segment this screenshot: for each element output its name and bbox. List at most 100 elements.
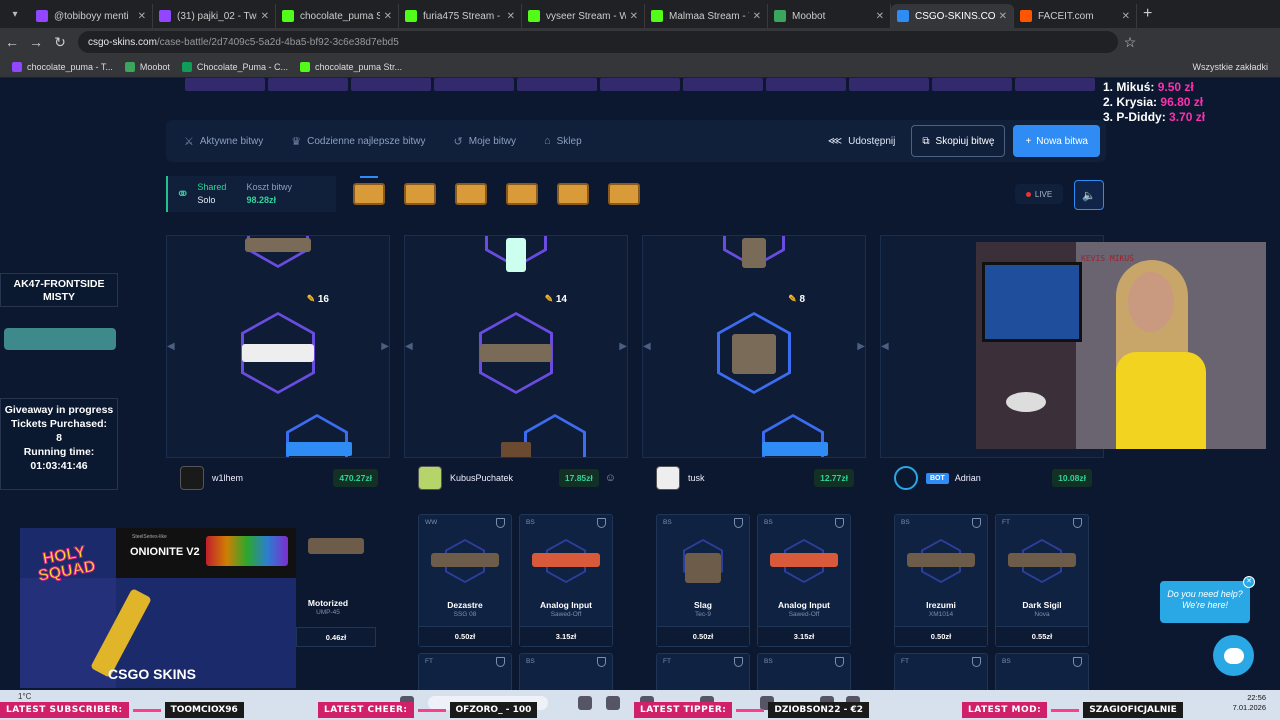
item-card[interactable]: BS Analog Input Sawed-Off 3.15zł bbox=[757, 514, 851, 647]
avatar[interactable] bbox=[418, 466, 442, 490]
item-weapon: Tec-9 bbox=[695, 611, 711, 618]
address-bar: ← → ↻ csgo-skins.com/case-battle/2d7409c… bbox=[0, 28, 1280, 56]
bookmark-item[interactable]: chocolate_puma - T... bbox=[12, 61, 113, 72]
all-bookmarks[interactable]: Wszystkie zakładki bbox=[1192, 62, 1268, 72]
browser-tab[interactable]: (31) pajki_02 - Twitch✕ bbox=[153, 4, 276, 28]
browser-tab[interactable]: @tobiboyy menti ✕ bbox=[30, 4, 153, 28]
close-tab-icon[interactable]: ✕ bbox=[261, 11, 269, 22]
player-balance: 10.08zł bbox=[1052, 469, 1092, 487]
reload-icon[interactable]: ↻ bbox=[48, 34, 72, 51]
case-item[interactable] bbox=[403, 176, 437, 212]
item-card[interactable]: WW Dezastre SSG 08 0.50zł bbox=[418, 514, 512, 647]
item-card[interactable]: BS bbox=[995, 653, 1089, 690]
tab-search-button[interactable]: ▾ bbox=[4, 3, 26, 25]
star-icon[interactable]: ☆ bbox=[1118, 34, 1142, 51]
bookmark-favicon-icon bbox=[181, 61, 192, 72]
taskbar-app-icon[interactable] bbox=[578, 696, 592, 710]
item-card[interactable]: BS bbox=[757, 653, 851, 690]
chat-help-bubble[interactable]: Do you need help? We're here! ✕ bbox=[1160, 576, 1255, 623]
case-item[interactable] bbox=[505, 176, 539, 212]
share-button[interactable]: ⋘ Udostępnij bbox=[828, 136, 896, 147]
back-icon[interactable]: ← bbox=[0, 34, 24, 50]
nav-my-battles[interactable]: ↺ Moje bitwy bbox=[454, 135, 516, 148]
close-tab-icon[interactable]: ✕ bbox=[876, 11, 884, 22]
player-balance: 17.85zł bbox=[558, 469, 599, 487]
item-weapon: UMP-45 bbox=[316, 609, 340, 616]
bookmark-item[interactable]: Chocolate_Puma - C... bbox=[181, 61, 288, 72]
browser-tab[interactable]: Malmaa Stream - Wa✕ bbox=[645, 4, 768, 28]
item-weapon: Sawed-Off bbox=[788, 611, 820, 618]
item-weapon: SSG 08 bbox=[453, 611, 477, 618]
close-tab-icon[interactable]: ✕ bbox=[138, 11, 146, 22]
player-name[interactable]: Adrian bbox=[955, 473, 981, 483]
nav-shop[interactable]: ⌂ Sklep bbox=[544, 135, 582, 147]
tab-favicon-icon bbox=[1020, 10, 1032, 22]
shield-icon bbox=[972, 518, 981, 528]
close-tab-icon[interactable]: ✕ bbox=[999, 11, 1007, 22]
close-icon[interactable]: ✕ bbox=[1243, 576, 1255, 588]
bookmark-item[interactable]: Moobot bbox=[124, 61, 170, 72]
close-tab-icon[interactable]: ✕ bbox=[507, 11, 515, 22]
browser-tab[interactable]: Moobot ✕ bbox=[768, 4, 891, 28]
url-domain: csgo-skins.com bbox=[88, 36, 157, 48]
item-card[interactable]: BS Analog Input Sawed-Off 3.15zł bbox=[519, 514, 613, 647]
close-tab-icon[interactable]: ✕ bbox=[1122, 11, 1130, 22]
player-name[interactable]: KubusPuchatek bbox=[450, 473, 513, 483]
emoji-icon[interactable]: ☺ bbox=[605, 472, 616, 484]
shield-icon bbox=[1073, 657, 1082, 667]
browser-tab[interactable]: FACEIT.com ✕ bbox=[1014, 4, 1137, 28]
webcam-overlay: KEVIS MIKUŚ bbox=[976, 242, 1266, 449]
browser-tab[interactable]: furia475 Stream - Wa✕ bbox=[399, 4, 522, 28]
item-weapon: XM1014 bbox=[928, 611, 954, 618]
avatar[interactable] bbox=[180, 466, 204, 490]
tab-bar: ▾ @tobiboyy menti✕(31) pajki_02 - Twitch… bbox=[0, 0, 1280, 28]
browser-tab[interactable]: vyseer Stream - Watc✕ bbox=[522, 4, 645, 28]
shield-icon bbox=[835, 657, 844, 667]
tab-favicon-icon bbox=[651, 10, 663, 22]
pencil-icon: ✎ bbox=[306, 294, 316, 305]
bot-avatar bbox=[894, 466, 918, 490]
item-card[interactable]: BS Slag Tec-9 0.50zł bbox=[656, 514, 750, 647]
avatar[interactable] bbox=[656, 466, 680, 490]
sound-toggle-button[interactable]: 🔈 bbox=[1074, 180, 1104, 210]
chat-button[interactable] bbox=[1213, 635, 1254, 676]
forward-icon[interactable]: → bbox=[24, 34, 48, 50]
case-item[interactable] bbox=[454, 176, 488, 212]
nav-daily-best[interactable]: ♛ Codzienne najlepsze bitwy bbox=[291, 135, 425, 148]
taskbar-app-icon[interactable] bbox=[606, 696, 620, 710]
item-card[interactable]: FT bbox=[894, 653, 988, 690]
shield-icon bbox=[496, 518, 505, 528]
trophy-icon: ♛ bbox=[291, 135, 302, 148]
clock[interactable]: 22:56 7.01.2026 bbox=[1233, 693, 1266, 713]
item-name: Slag bbox=[694, 600, 712, 610]
player-name[interactable]: tusk bbox=[688, 473, 705, 483]
battle-info: ⚭ Shared Solo Koszt bitwy 98.28zł bbox=[166, 176, 336, 212]
browser-tab[interactable]: chocolate_puma Stre✕ bbox=[276, 4, 399, 28]
ticker-tipper: LATEST TIPPER: DZIOBSON22 - €2 bbox=[634, 702, 869, 718]
weather: 1°C bbox=[18, 692, 32, 701]
nav-active-battles[interactable]: ⚔ Aktywne bitwy bbox=[184, 135, 263, 148]
close-tab-icon[interactable]: ✕ bbox=[753, 11, 761, 22]
case-item[interactable] bbox=[352, 176, 386, 212]
case-item[interactable] bbox=[556, 176, 590, 212]
bookmarks-bar: chocolate_puma - T... Moobot Chocolate_Pum… bbox=[0, 56, 1280, 78]
new-tab-button[interactable]: + bbox=[1143, 5, 1152, 23]
case-item[interactable] bbox=[607, 176, 641, 212]
item-card[interactable]: FT bbox=[656, 653, 750, 690]
item-card[interactable]: FT Dark Sigil Nova 0.55zł bbox=[995, 514, 1089, 647]
item-card[interactable]: BS bbox=[519, 653, 613, 690]
player-row: KubusPuchatek 17.85zł ☺ bbox=[404, 458, 628, 498]
close-tab-icon[interactable]: ✕ bbox=[384, 11, 392, 22]
close-tab-icon[interactable]: ✕ bbox=[630, 11, 638, 22]
bookmark-item[interactable]: chocolate_puma Str... bbox=[299, 61, 402, 72]
url-input[interactable]: csgo-skins.com/case-battle/2d7409c5-5a2d… bbox=[78, 31, 1118, 53]
item-card[interactable]: BS Irezumi XM1014 0.50zł bbox=[894, 514, 988, 647]
player-name[interactable]: w1lhem bbox=[212, 473, 243, 483]
shield-icon bbox=[734, 657, 743, 667]
bookmark-favicon-icon bbox=[124, 61, 135, 72]
item-card[interactable]: FT bbox=[418, 653, 512, 690]
copy-battle-button[interactable]: ⧉ Skopiuj bitwę bbox=[911, 125, 1006, 157]
browser-tab[interactable]: CSGO-SKINS.COM✕ bbox=[891, 4, 1014, 28]
new-battle-button[interactable]: + Nowa bitwa bbox=[1013, 125, 1100, 157]
arrow-left-icon: ◀ bbox=[405, 341, 413, 352]
